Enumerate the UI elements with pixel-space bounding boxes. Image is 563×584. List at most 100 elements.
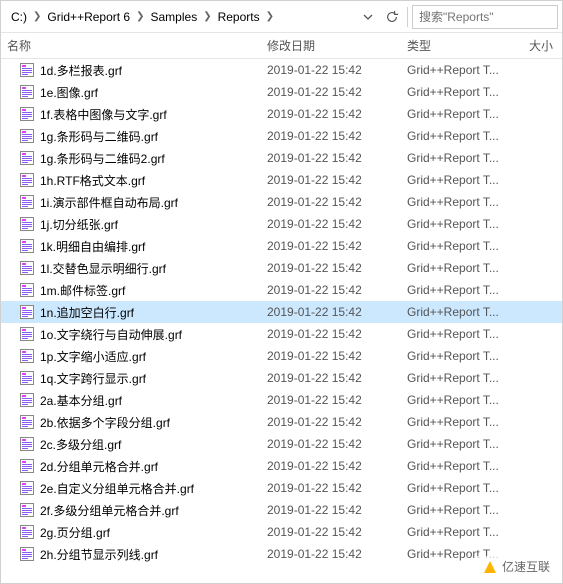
- file-name: 1j.切分纸张.grf: [40, 216, 118, 233]
- file-name: 1o.文字绕行与自动伸展.grf: [40, 326, 182, 343]
- file-type: Grid++Report T...: [401, 85, 523, 99]
- file-date: 2019-01-22 15:42: [261, 151, 401, 165]
- file-name: 1f.表格中图像与文字.grf: [40, 106, 167, 123]
- grf-file-icon: [19, 546, 35, 562]
- file-date: 2019-01-22 15:42: [261, 107, 401, 121]
- grf-file-icon: [19, 282, 35, 298]
- file-type: Grid++Report T...: [401, 63, 523, 77]
- file-name: 2f.多级分组单元格合并.grf: [40, 502, 179, 519]
- file-date: 2019-01-22 15:42: [261, 481, 401, 495]
- file-date: 2019-01-22 15:42: [261, 327, 401, 341]
- file-row[interactable]: 1q.文字跨行显示.grf2019-01-22 15:42Grid++Repor…: [1, 367, 562, 389]
- grf-file-icon: [19, 502, 35, 518]
- grf-file-icon: [19, 304, 35, 320]
- file-row[interactable]: 1k.明细自由编排.grf2019-01-22 15:42Grid++Repor…: [1, 235, 562, 257]
- column-header-type[interactable]: 类型: [401, 33, 523, 58]
- file-type: Grid++Report T...: [401, 173, 523, 187]
- grf-file-icon: [19, 62, 35, 78]
- file-name: 2h.分组节显示列线.grf: [40, 546, 158, 563]
- grf-file-icon: [19, 216, 35, 232]
- grf-file-icon: [19, 326, 35, 342]
- file-name: 1g.条形码与二维码.grf: [40, 128, 158, 145]
- breadcrumb-item[interactable]: Grid++Report 6: [45, 8, 132, 26]
- file-date: 2019-01-22 15:42: [261, 85, 401, 99]
- column-header-size[interactable]: 大小: [523, 33, 562, 58]
- file-row[interactable]: 2f.多级分组单元格合并.grf2019-01-22 15:42Grid++Re…: [1, 499, 562, 521]
- file-name: 1n.追加空白行.grf: [40, 304, 134, 321]
- file-type: Grid++Report T...: [401, 151, 523, 165]
- search-input[interactable]: [412, 5, 558, 29]
- file-row[interactable]: 1g.条形码与二维码2.grf 2019-01-22 15:42Grid++Rep…: [1, 147, 562, 169]
- file-type: Grid++Report T...: [401, 239, 523, 253]
- file-date: 2019-01-22 15:42: [261, 239, 401, 253]
- file-list-panel: 名称 修改日期 类型 大小 1d.多栏报表.grf2019-01-22 15:4…: [1, 33, 562, 583]
- file-name: 1g.条形码与二维码2.grf: [40, 150, 165, 167]
- file-row[interactable]: 1f.表格中图像与文字.grf2019-01-22 15:42Grid++Rep…: [1, 103, 562, 125]
- file-row[interactable]: 2b.依据多个字段分组.grf2019-01-22 15:42Grid++Rep…: [1, 411, 562, 433]
- file-row[interactable]: 1g.条形码与二维码.grf 2019-01-22 15:42Grid++Repo…: [1, 125, 562, 147]
- breadcrumb-item[interactable]: Samples: [149, 8, 200, 26]
- file-date: 2019-01-22 15:42: [261, 415, 401, 429]
- file-row[interactable]: 1o.文字绕行与自动伸展.grf2019-01-22 15:42Grid++Re…: [1, 323, 562, 345]
- file-date: 2019-01-22 15:42: [261, 437, 401, 451]
- file-name: 2d.分组单元格合并.grf: [40, 458, 158, 475]
- grf-file-icon: [19, 436, 35, 452]
- file-name: 1d.多栏报表.grf: [40, 62, 122, 79]
- file-date: 2019-01-22 15:42: [261, 129, 401, 143]
- chevron-right-icon[interactable]: ❯: [262, 11, 278, 22]
- address-toolbar: C:) ❯ Grid++Report 6 ❯ Samples ❯ Reports…: [1, 1, 562, 33]
- column-header-name[interactable]: 名称: [1, 33, 261, 58]
- grf-file-icon: [19, 172, 35, 188]
- file-date: 2019-01-22 15:42: [261, 371, 401, 385]
- breadcrumb[interactable]: C:) ❯ Grid++Report 6 ❯ Samples ❯ Reports…: [5, 5, 355, 29]
- file-row[interactable]: 1l.交替色显示明细行.grf 2019-01-22 15:42Grid++Rep…: [1, 257, 562, 279]
- file-type: Grid++Report T...: [401, 437, 523, 451]
- file-row[interactable]: 1p.文字缩小适应.grf2019-01-22 15:42Grid++Repor…: [1, 345, 562, 367]
- file-row[interactable]: 2d.分组单元格合并.grf2019-01-22 15:42Grid++Repo…: [1, 455, 562, 477]
- file-type: Grid++Report T...: [401, 525, 523, 539]
- column-headers: 名称 修改日期 类型 大小: [1, 33, 562, 59]
- file-row[interactable]: 2e.自定义分组单元格合并.grf2019-01-22 15:42Grid++R…: [1, 477, 562, 499]
- file-type: Grid++Report T...: [401, 481, 523, 495]
- file-type: Grid++Report T...: [401, 305, 523, 319]
- file-row[interactable]: 2c.多级分组.grf2019-01-22 15:42Grid++Report …: [1, 433, 562, 455]
- file-row[interactable]: 1d.多栏报表.grf2019-01-22 15:42Grid++Report …: [1, 59, 562, 81]
- file-date: 2019-01-22 15:42: [261, 305, 401, 319]
- grf-file-icon: [19, 524, 35, 540]
- breadcrumb-item[interactable]: C:): [9, 8, 29, 26]
- file-name: 1e.图像.grf: [40, 84, 98, 101]
- file-type: Grid++Report T...: [401, 129, 523, 143]
- file-date: 2019-01-22 15:42: [261, 195, 401, 209]
- file-date: 2019-01-22 15:42: [261, 261, 401, 275]
- column-header-date[interactable]: 修改日期: [261, 33, 401, 58]
- grf-file-icon: [19, 84, 35, 100]
- grf-file-icon: [19, 414, 35, 430]
- file-row[interactable]: 1n.追加空白行.grf 2019-01-22 15:42Grid++Report…: [1, 301, 562, 323]
- file-date: 2019-01-22 15:42: [261, 525, 401, 539]
- file-date: 2019-01-22 15:42: [261, 173, 401, 187]
- grf-file-icon: [19, 458, 35, 474]
- grf-file-icon: [19, 348, 35, 364]
- history-dropdown-button[interactable]: [357, 6, 379, 28]
- refresh-button[interactable]: [381, 6, 403, 28]
- file-row[interactable]: 1m.邮件标签.grf2019-01-22 15:42Grid++Report …: [1, 279, 562, 301]
- grf-file-icon: [19, 480, 35, 496]
- chevron-right-icon[interactable]: ❯: [132, 11, 148, 22]
- file-date: 2019-01-22 15:42: [261, 217, 401, 231]
- file-row[interactable]: 1e.图像.grf 2019-01-22 15:42Grid++Report T.…: [1, 81, 562, 103]
- file-row[interactable]: 1i.演示部件框自动布局.grf2019-01-22 15:42Grid++Re…: [1, 191, 562, 213]
- file-row[interactable]: 1h.RTF格式文本.grf2019-01-22 15:42Grid++Repo…: [1, 169, 562, 191]
- file-row[interactable]: 2g.页分组.grf2019-01-22 15:42Grid++Report T…: [1, 521, 562, 543]
- grf-file-icon: [19, 128, 35, 144]
- chevron-right-icon[interactable]: ❯: [199, 11, 215, 22]
- file-name: 1p.文字缩小适应.grf: [40, 348, 146, 365]
- file-type: Grid++Report T...: [401, 261, 523, 275]
- file-date: 2019-01-22 15:42: [261, 349, 401, 363]
- breadcrumb-item[interactable]: Reports: [216, 8, 262, 26]
- file-type: Grid++Report T...: [401, 283, 523, 297]
- file-row[interactable]: 2a.基本分组.grf2019-01-22 15:42Grid++Report …: [1, 389, 562, 411]
- file-type: Grid++Report T...: [401, 503, 523, 517]
- file-name: 1l.交替色显示明细行.grf: [40, 260, 166, 277]
- file-row[interactable]: 1j.切分纸张.grf2019-01-22 15:42Grid++Report …: [1, 213, 562, 235]
- chevron-right-icon[interactable]: ❯: [29, 11, 45, 22]
